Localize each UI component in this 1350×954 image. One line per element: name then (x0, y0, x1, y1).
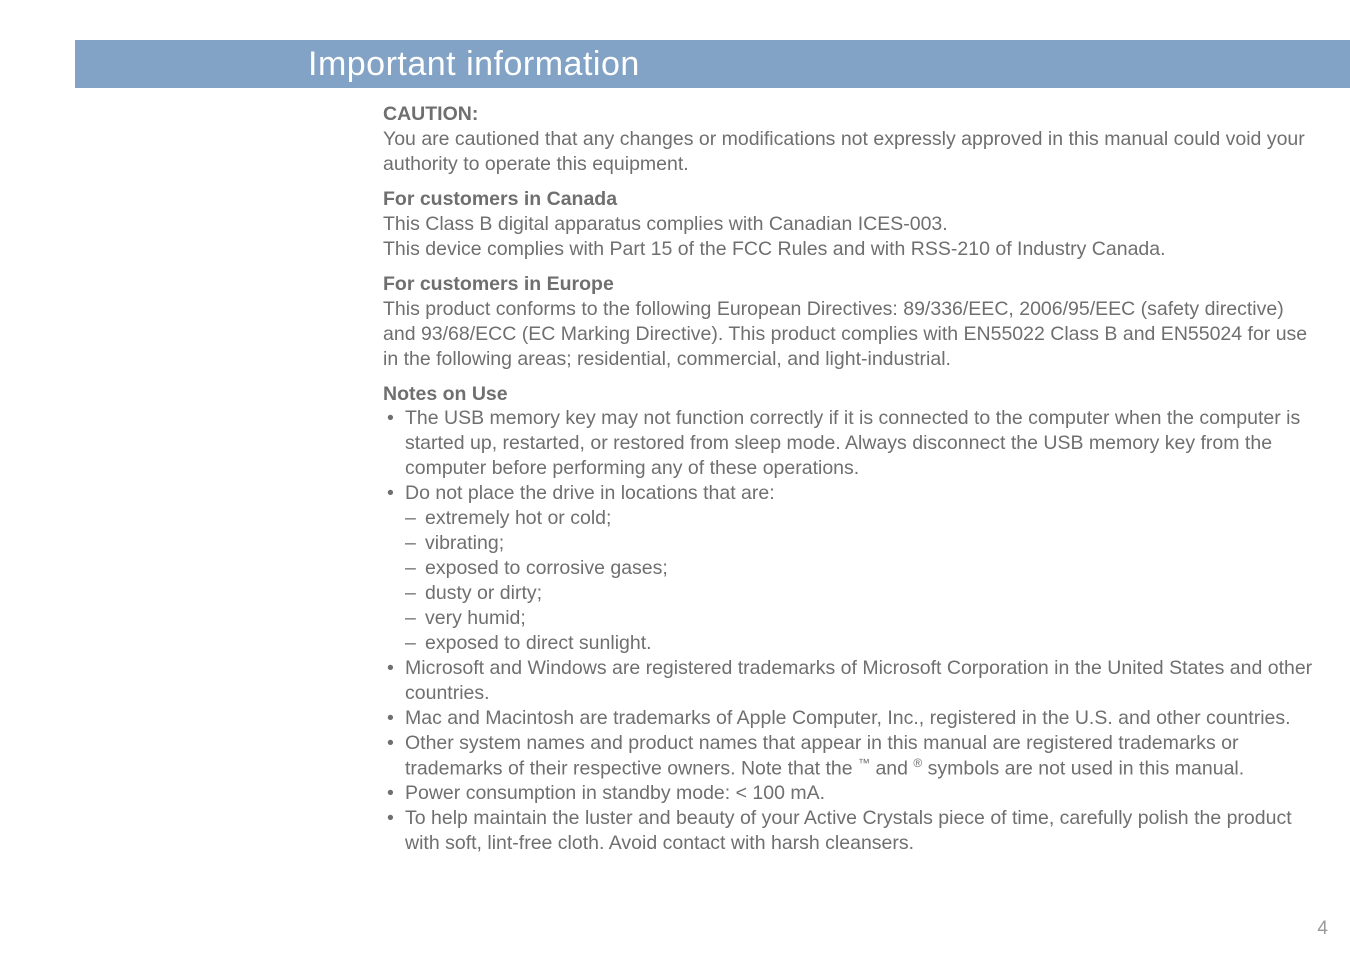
title-bar-accent (75, 40, 308, 88)
title-bar: Important information (75, 40, 1350, 88)
page-number: 4 (1317, 918, 1328, 940)
list-item: Do not place the drive in locations that… (383, 481, 1320, 656)
list-item: The USB memory key may not function corr… (383, 406, 1320, 481)
europe-section: For customers in Europe This product con… (383, 272, 1320, 372)
list-item: very humid; (405, 606, 1320, 631)
europe-text: This product conforms to the following E… (383, 297, 1320, 372)
loc-sunlight: exposed to direct sunlight. (425, 632, 652, 654)
note-other-c: symbols are not used in this manual. (922, 757, 1244, 779)
notes-section: Notes on Use The USB memory key may not … (383, 382, 1320, 857)
caution-section: CAUTION: You are cautioned that any chan… (383, 102, 1320, 177)
note-power: Power consumption in standby mode: < 100… (405, 782, 825, 804)
list-item: dusty or dirty; (405, 581, 1320, 606)
canada-line1: This Class B digital apparatus complies … (383, 212, 1320, 237)
loc-hot: extremely hot or cold; (425, 507, 611, 529)
canada-line2: This device complies with Part 15 of the… (383, 237, 1320, 262)
list-item: extremely hot or cold; (405, 506, 1320, 531)
europe-heading: For customers in Europe (383, 272, 1320, 297)
list-item: Other system names and product names tha… (383, 731, 1320, 781)
note-usb: The USB memory key may not function corr… (405, 407, 1300, 479)
caution-text: You are cautioned that any changes or mo… (383, 127, 1320, 177)
notes-heading: Notes on Use (383, 382, 1320, 407)
note-mac: Mac and Macintosh are trademarks of Appl… (405, 707, 1291, 729)
list-item: Microsoft and Windows are registered tra… (383, 656, 1320, 706)
list-item: To help maintain the luster and beauty o… (383, 806, 1320, 856)
note-other-b: and (870, 757, 913, 779)
caution-heading: CAUTION: (383, 102, 1320, 127)
locations-list: extremely hot or cold; vibrating; expose… (405, 506, 1320, 656)
reg-symbol: ® (913, 756, 922, 770)
list-item: vibrating; (405, 531, 1320, 556)
tm-symbol: ™ (858, 756, 870, 770)
list-item: exposed to corrosive gases; (405, 556, 1320, 581)
list-item: Power consumption in standby mode: < 100… (383, 781, 1320, 806)
list-item: exposed to direct sunlight. (405, 631, 1320, 656)
loc-humid: very humid; (425, 607, 526, 629)
title-bar-main: Important information (308, 40, 1350, 88)
page-frame: Important information CAUTION: You are c… (75, 40, 1350, 954)
notes-list: The USB memory key may not function corr… (383, 406, 1320, 856)
loc-dusty: dusty or dirty; (425, 582, 542, 604)
list-item: Mac and Macintosh are trademarks of Appl… (383, 706, 1320, 731)
canada-heading: For customers in Canada (383, 187, 1320, 212)
loc-corrosive: exposed to corrosive gases; (425, 557, 668, 579)
page-title: Important information (308, 45, 640, 84)
loc-vibrating: vibrating; (425, 532, 504, 554)
note-locations-intro: Do not place the drive in locations that… (405, 482, 775, 504)
note-polish: To help maintain the luster and beauty o… (405, 807, 1292, 854)
note-microsoft: Microsoft and Windows are registered tra… (405, 657, 1312, 704)
content-area: CAUTION: You are cautioned that any chan… (383, 88, 1320, 856)
canada-section: For customers in Canada This Class B dig… (383, 187, 1320, 262)
